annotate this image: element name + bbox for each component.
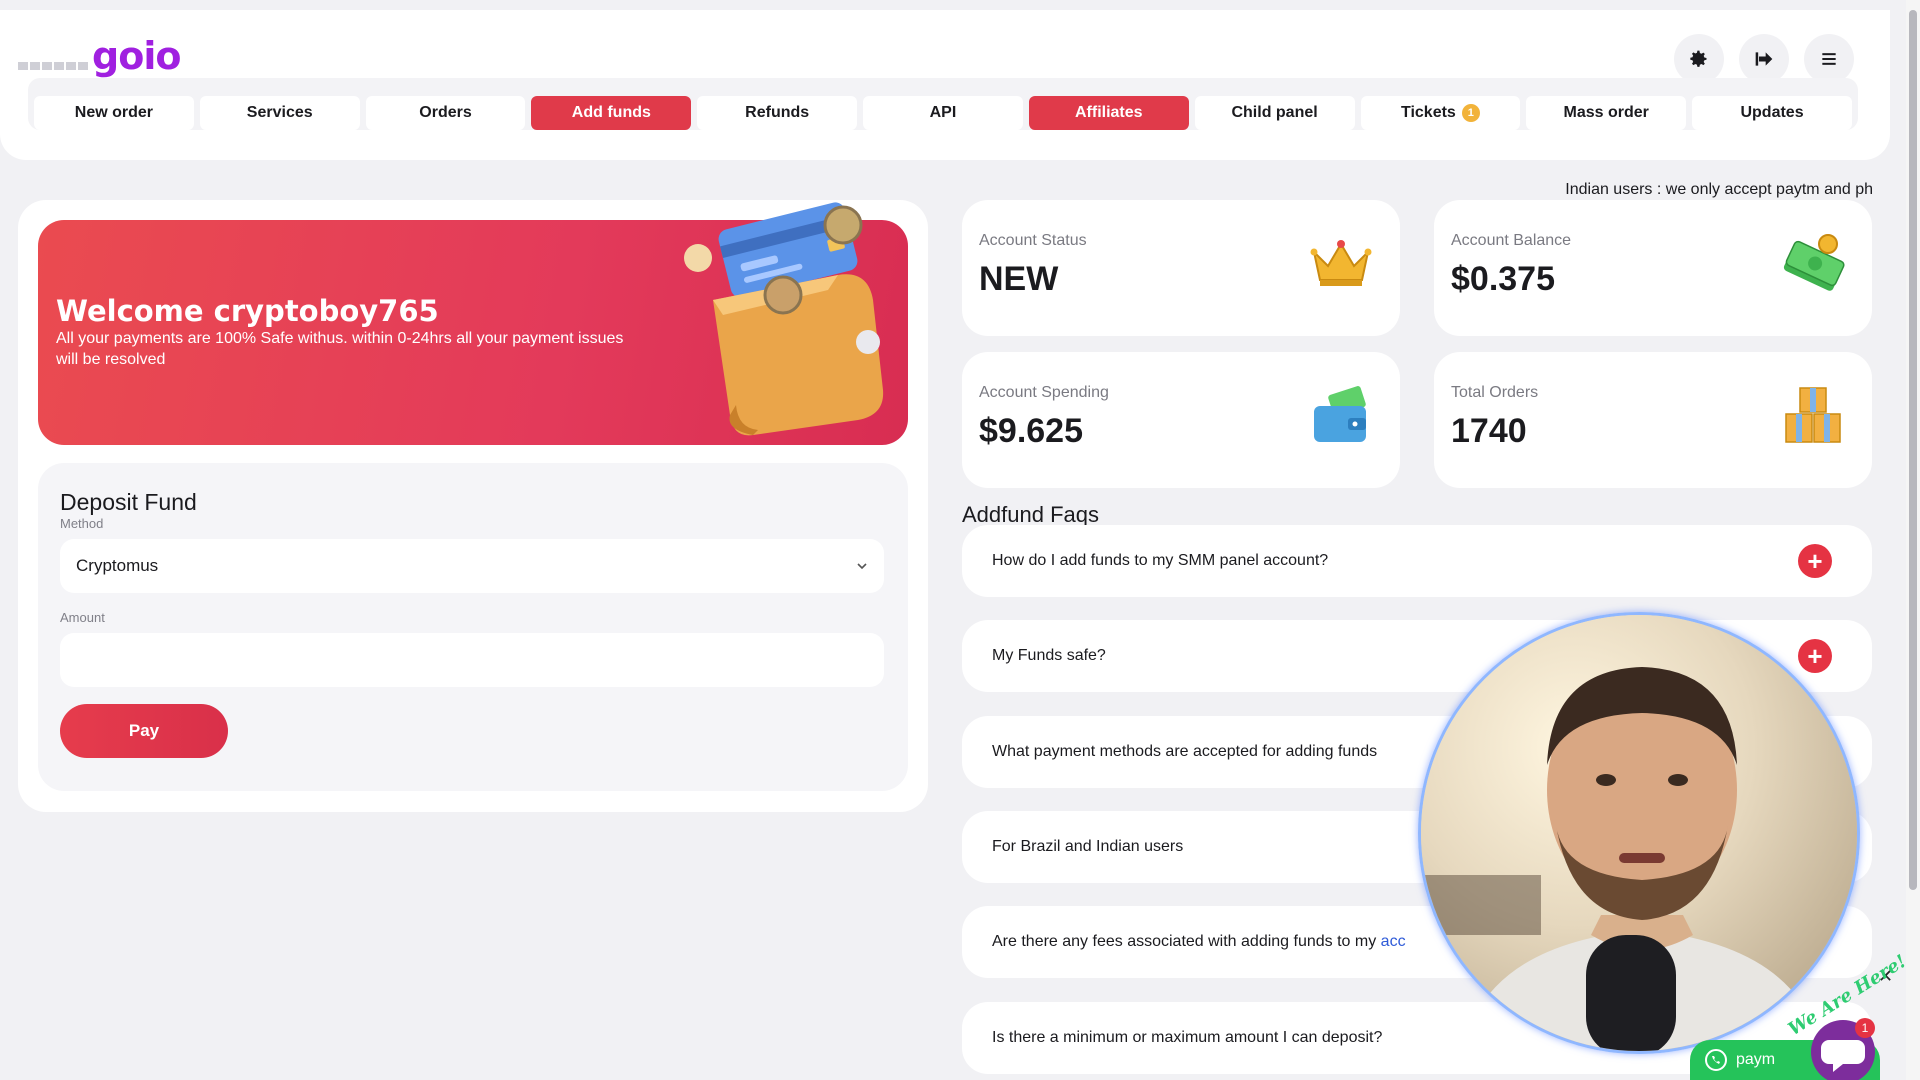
wallet-card-illustration: [684, 202, 884, 436]
tab-orders[interactable]: Orders: [365, 96, 526, 130]
logo-dash-decoration: [18, 62, 90, 70]
account-status-card: Account Status NEW: [962, 200, 1400, 336]
plus-icon[interactable]: +: [1798, 639, 1832, 673]
whatsapp-label: paym: [1736, 1051, 1776, 1068]
faq-question: Is there a minimum or maximum amount I c…: [992, 1029, 1383, 1046]
method-selected-value: Cryptomus: [76, 556, 159, 575]
settings-button[interactable]: [1674, 34, 1724, 84]
amount-label: Amount: [60, 610, 105, 625]
page-scrollbar[interactable]: [1906, 0, 1920, 1080]
faq-question-text: Are there any fees associated with addin…: [992, 933, 1381, 950]
faq-question: What payment methods are accepted for ad…: [992, 743, 1378, 760]
notice-ticker: Indian users : we only accept paytm and …: [1565, 181, 1873, 198]
logo-text-main: go: [92, 34, 144, 78]
account-status-label: Account Status: [979, 232, 1087, 249]
presenter-image: [1421, 615, 1857, 1051]
logo-text: goio: [92, 34, 181, 78]
webcam-overlay: [1418, 612, 1860, 1054]
tab-affiliates[interactable]: Affiliates: [1028, 96, 1189, 130]
logo-text-accent: io: [143, 34, 181, 78]
logout-icon: [1755, 52, 1773, 66]
welcome-banner: Welcome cryptoboy765 All your payments a…: [38, 202, 908, 445]
chevron-down-icon: [857, 563, 867, 570]
account-balance-label: Account Balance: [1451, 232, 1572, 249]
money-icon: [1783, 234, 1845, 291]
account-status-value: NEW: [979, 260, 1059, 298]
welcome-subtitle: All your payments are 100% Safe withus. …: [56, 330, 624, 368]
tab-tickets[interactable]: Tickets 1: [1360, 96, 1521, 130]
deposit-title: Deposit Fund: [60, 489, 197, 515]
account-balance-value: $0.375: [1451, 260, 1555, 298]
faq-item[interactable]: How do I add funds to my SMM panel accou…: [962, 525, 1872, 597]
tab-new-order[interactable]: New order: [34, 96, 194, 130]
total-orders-value: 1740: [1451, 412, 1527, 450]
amount-input[interactable]: [60, 633, 884, 687]
tab-tickets-label: Tickets: [1400, 104, 1456, 121]
account-spending-card: Account Spending $9.625: [962, 352, 1400, 488]
account-balance-card: Account Balance $0.375: [1434, 200, 1872, 336]
tab-child-panel[interactable]: Child panel: [1194, 96, 1355, 130]
total-orders-card: Total Orders 1740: [1434, 352, 1872, 488]
tab-services[interactable]: Services: [199, 96, 360, 130]
crown-icon: [1310, 240, 1372, 286]
whatsapp-icon: [1705, 1049, 1727, 1071]
scrollbar-thumb[interactable]: [1909, 10, 1917, 890]
method-select[interactable]: Cryptomus: [60, 539, 884, 593]
account-spending-value: $9.625: [979, 412, 1083, 450]
faq-question-highlight: acc: [1380, 933, 1406, 950]
deposit-fund-form: Deposit Fund Method Cryptomus Amount Pay: [38, 463, 908, 791]
tab-updates[interactable]: Updates: [1692, 96, 1852, 130]
faq-question: How do I add funds to my SMM panel accou…: [992, 552, 1329, 569]
gear-icon: [1690, 50, 1707, 67]
method-label: Method: [60, 516, 104, 531]
plus-icon[interactable]: +: [1798, 544, 1832, 578]
menu-button[interactable]: [1804, 34, 1854, 84]
boxes-icon: [1785, 387, 1841, 443]
tickets-count-badge: 1: [1461, 104, 1480, 122]
logo[interactable]: goio: [18, 34, 181, 78]
header-bar: goio New order Services Orders Add funds…: [0, 10, 1890, 160]
chat-notification-badge: 1: [1855, 1018, 1875, 1038]
faq-question: For Brazil and Indian users: [992, 838, 1184, 855]
tab-api[interactable]: API: [863, 96, 1023, 130]
faq-question: Are there any fees associated with addin…: [992, 933, 1406, 951]
main-nav: New order Services Orders Add funds Refu…: [28, 78, 1858, 130]
tab-add-funds[interactable]: Add funds: [531, 96, 692, 130]
tab-mass-order[interactable]: Mass order: [1526, 96, 1687, 130]
tab-refunds[interactable]: Refunds: [697, 96, 858, 130]
faq-question: My Funds safe?: [992, 647, 1106, 664]
welcome-title: Welcome cryptoboy765: [56, 294, 439, 328]
account-spending-label: Account Spending: [979, 384, 1109, 401]
menu-icon: [1822, 53, 1836, 65]
logout-button[interactable]: [1739, 34, 1789, 84]
total-orders-label: Total Orders: [1451, 384, 1539, 401]
pay-button[interactable]: Pay: [60, 704, 228, 758]
wallet-icon: [1314, 386, 1366, 442]
